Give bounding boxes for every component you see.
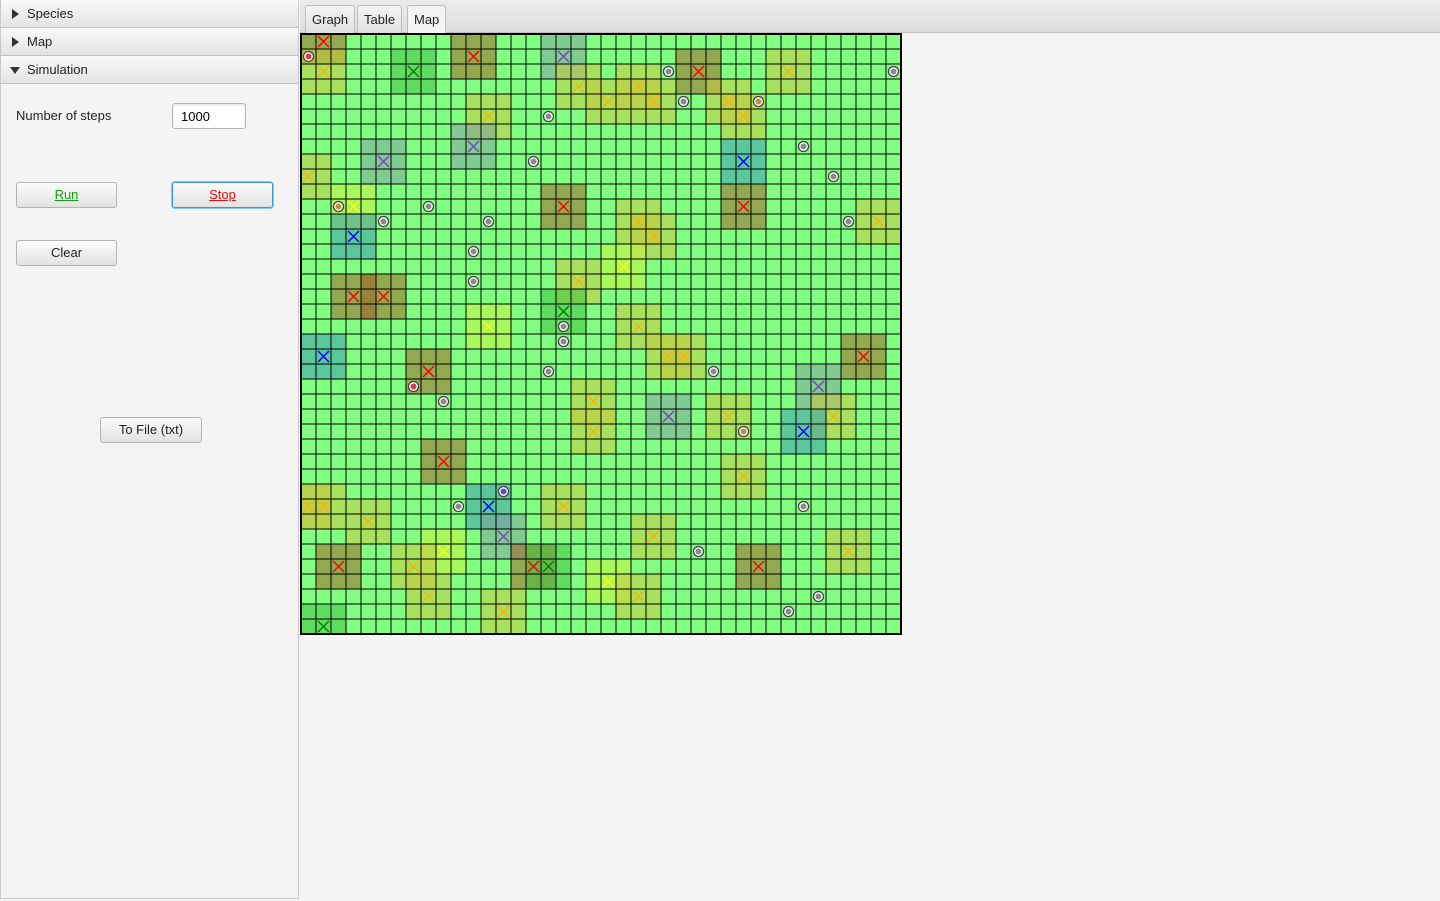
resource-dot-core [335, 203, 342, 210]
resource-dot-core [800, 143, 807, 150]
resource-dot-core [665, 68, 672, 75]
resource-dot-core [305, 53, 312, 60]
resource-dot-core [380, 218, 387, 225]
clear-button[interactable]: Clear [16, 240, 117, 266]
tab-map[interactable]: Map [407, 5, 447, 34]
simulation-section-content: Number of steps Run Stop Clear To File (… [1, 84, 298, 901]
resource-dot-core [695, 548, 702, 555]
to-file-button[interactable]: To File (txt) [100, 417, 202, 443]
resource-dot-core [815, 593, 822, 600]
resource-dot-core [560, 323, 567, 330]
resource-dot-core [410, 383, 417, 390]
stop-button[interactable]: Stop [172, 182, 273, 208]
collapse-arrow-icon [10, 67, 20, 74]
resource-dot-core [830, 173, 837, 180]
resource-dot-core [710, 368, 717, 375]
species-section-header[interactable]: Species [1, 0, 298, 28]
map-section-label: Map [27, 34, 53, 49]
resource-dot-core [440, 398, 447, 405]
resource-dot-core [530, 158, 537, 165]
tab-table[interactable]: Table [357, 5, 403, 33]
resource-dot-core [800, 503, 807, 510]
resource-dot-core [740, 428, 747, 435]
expand-arrow-icon [12, 9, 19, 19]
resource-dot-core [545, 368, 552, 375]
resource-dot-core [845, 218, 852, 225]
resource-dot-core [470, 278, 477, 285]
run-button[interactable]: Run [16, 182, 117, 208]
steps-label: Number of steps [16, 108, 112, 123]
resource-dot-core [680, 98, 687, 105]
tab-graph[interactable]: Graph [305, 5, 356, 33]
simulation-section-label: Simulation [27, 62, 88, 77]
expand-arrow-icon [12, 37, 19, 47]
resource-dot-core [560, 338, 567, 345]
resource-dot-core [755, 98, 762, 105]
resource-dot-core [785, 608, 792, 615]
resource-dot-core [890, 68, 897, 75]
steps-input[interactable] [172, 103, 246, 129]
simulation-map-grid[interactable] [300, 33, 903, 636]
resource-dot-core [485, 218, 492, 225]
tab-bar: Graph Table Map [300, 0, 1440, 34]
resource-dot-core [545, 113, 552, 120]
map-section-header[interactable]: Map [1, 28, 298, 56]
simulation-section-header[interactable]: Simulation [1, 56, 298, 84]
resource-dot-core [425, 203, 432, 210]
species-section-label: Species [27, 6, 74, 21]
resource-dot-core [500, 488, 507, 495]
left-accordion-panel: Species Map Simulation Number of steps R… [0, 0, 299, 899]
resource-dot-core [455, 503, 462, 510]
map-view [300, 33, 903, 636]
resource-dot-core [470, 248, 477, 255]
